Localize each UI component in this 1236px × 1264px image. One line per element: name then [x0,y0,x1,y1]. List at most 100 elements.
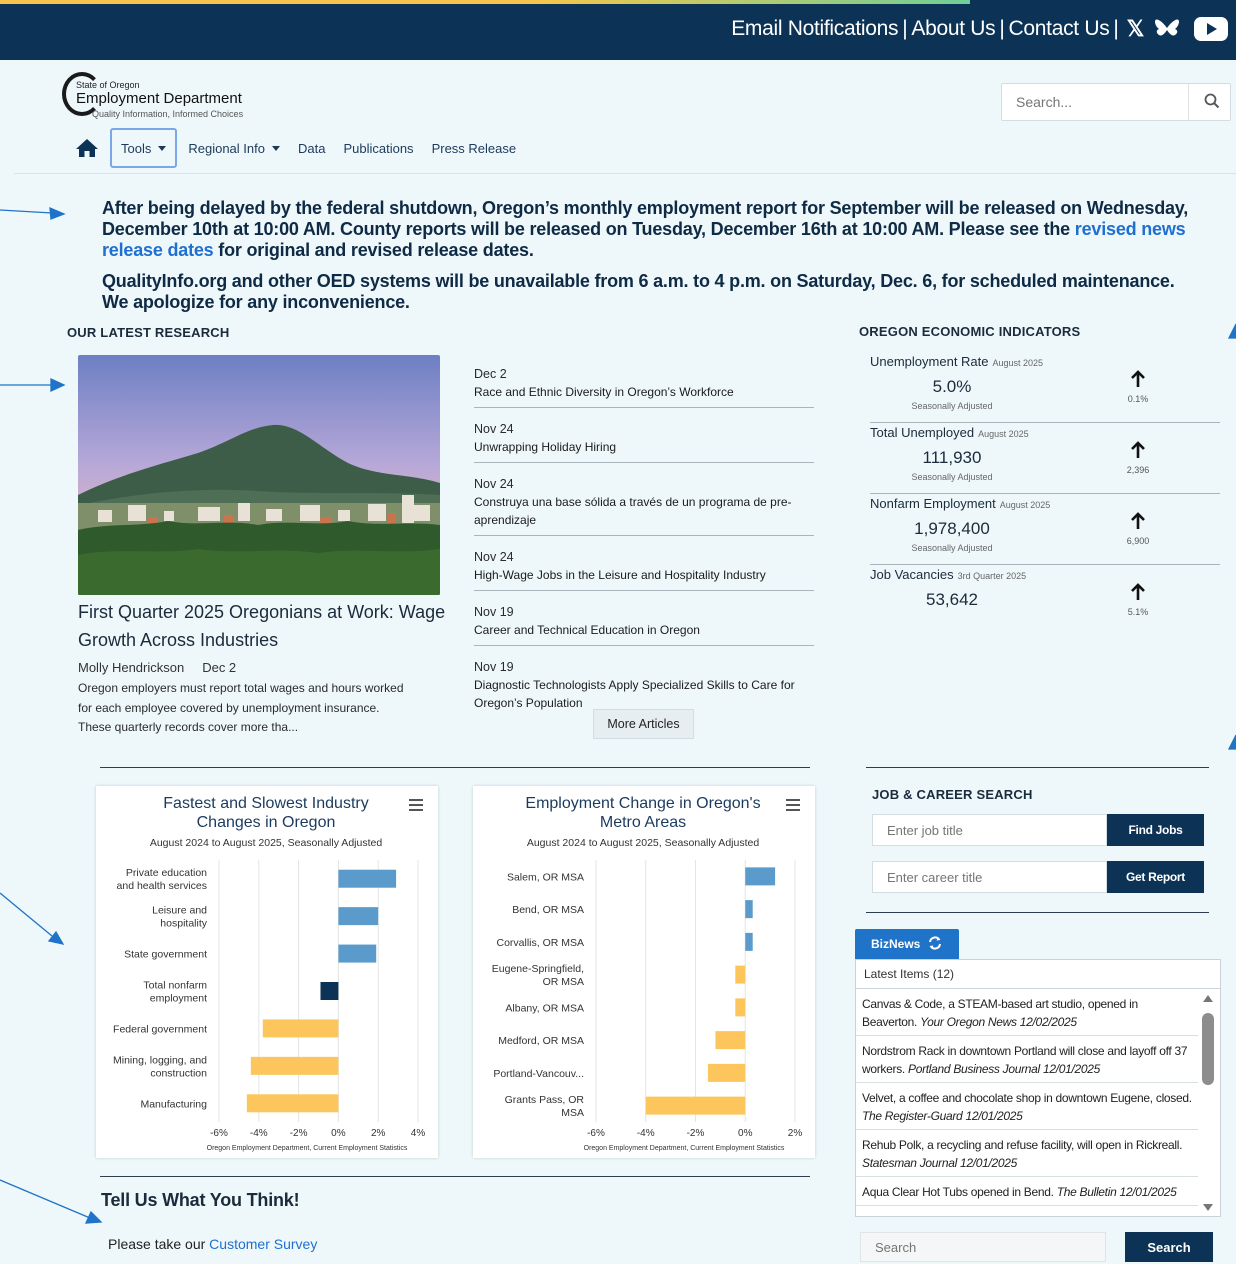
article-date: Dec 2 [474,367,507,381]
indicator-name: Nonfarm Employment August 2025 [870,496,1050,511]
article-title: Career and Technical Education in Oregon [474,623,700,637]
annotation-arrow [0,892,53,937]
link-separator: | [1113,17,1119,40]
customer-survey-link[interactable]: Customer Survey [209,1236,317,1252]
article-title: Construya una base sólida a través de un… [474,495,792,527]
find-jobs-button[interactable]: Find Jobs [1107,814,1204,846]
indicator-period: August 2025 [978,429,1029,439]
scroll-down-icon[interactable] [1203,1204,1213,1211]
chart-bar [735,998,746,1017]
list-item[interactable]: Aqua Clear Hot Tubs opened in Bend. The … [856,1177,1198,1206]
x-tick-label: 4% [411,1128,426,1139]
alert-text: After being delayed by the federal shutd… [102,198,1189,239]
category-label: hospitality [160,918,207,930]
hamburger-menu-line [786,799,800,801]
site-search-input[interactable] [1002,84,1187,120]
logo-state-label: State of Oregon [76,80,140,90]
biznews-search-button[interactable]: Search [1125,1232,1213,1262]
article-item[interactable]: Dec 2 Race and Ethnic Diversity in Oregon… [474,365,814,408]
feature-article-title[interactable]: First Quarter 2025 Oregonians at Work: W… [78,598,448,654]
hamburger-menu-icon[interactable] [786,799,800,811]
logo-department-name: Employment Department [76,90,242,107]
indicator-unemployment-rate[interactable]: Unemployment Rate August 2025 5.0% Season… [870,352,1220,423]
chart-title: Changes in Oregon [197,814,336,831]
nav-publications[interactable]: Publications [334,128,422,168]
feature-article-image[interactable] [78,355,440,595]
annotation-arrowhead [84,1210,103,1224]
list-item[interactable]: Nordstrom Rack in downtown Portland will… [856,1036,1198,1083]
x-icon[interactable]: 𝕏 [1127,16,1145,42]
arrow-up-icon [1128,370,1148,393]
x-tick-label: 0% [738,1128,753,1139]
category-label: Corvallis, OR MSA [496,937,584,949]
list-item[interactable]: Velvet, a coffee and chocolate shop in d… [856,1083,1198,1130]
indicator-total-unemployed[interactable]: Total Unemployed August 2025 111,930 Seas… [870,423,1220,494]
scroll-up-icon[interactable] [1203,995,1213,1002]
annotation-arrowhead [47,930,65,945]
biznews-source: Portland Business Journal 12/01/2025 [908,1062,1101,1076]
about-us-link[interactable]: About Us [911,17,995,41]
x-tick-label: -2% [290,1128,308,1139]
oed-logo[interactable]: State of Oregon Employment Department Qu… [62,72,292,122]
chart-bar [707,1063,746,1082]
biznews-scrollbar[interactable] [1202,993,1214,1213]
article-item[interactable]: Nov 24 Unwrapping Holiday Hiring [474,420,814,463]
contact-us-link[interactable]: Contact Us [1009,17,1110,41]
biznews-source: The Bulletin 12/01/2025 [1056,1185,1177,1199]
article-date: Nov 19 [474,605,514,619]
job-career-search-heading: JOB & CAREER SEARCH [872,787,1033,802]
biznews-count: Latest Items (12) [856,960,1220,989]
indicator-name: Job Vacancies 3rd Quarter 2025 [870,567,1026,582]
more-articles-button[interactable]: More Articles [593,709,694,739]
annotation-arrowhead [49,206,66,220]
home-icon[interactable] [74,135,100,161]
article-item[interactable]: Nov 19 Career and Technical Education in … [474,603,814,646]
article-date: Nov 24 [474,550,514,564]
category-label: Private education [126,867,207,879]
biznews-text: Rehub Polk, a recycling and refuse facil… [862,1138,1183,1152]
chart-bar [715,1031,746,1050]
indicator-nonfarm-employment[interactable]: Nonfarm Employment August 2025 1,978,400 … [870,494,1220,565]
annotation-arrowhead [1227,734,1236,750]
get-report-button[interactable]: Get Report [1107,861,1204,893]
feature-article-meta: Molly Hendrickson Dec 2 [78,660,236,675]
indicator-change: 0.1% [1127,394,1149,404]
indicator-period: 3rd Quarter 2025 [957,571,1027,581]
link-separator: | [999,17,1005,40]
biznews-text: Velvet, a coffee and chocolate shop in d… [862,1091,1192,1105]
arrow-up-icon [1128,441,1148,464]
indicator-job-vacancies[interactable]: Job Vacancies 3rd Quarter 2025 53,642 5.1… [870,565,1220,636]
job-title-input[interactable] [872,814,1107,846]
career-title-input[interactable] [872,861,1107,893]
hamburger-menu-icon[interactable] [409,799,423,811]
article-item[interactable]: Nov 24 Construya una base sólida a través… [474,475,814,536]
category-label: Total nonfarm [143,980,207,992]
chart-bar [645,1096,746,1115]
chart-credit: Oregon Employment Department, Current Em… [584,1145,785,1152]
email-notifications-link[interactable]: Email Notifications [731,17,898,41]
top-bar: Email Notifications | About Us | Contact… [0,0,1236,60]
x-tick-label: -2% [687,1128,705,1139]
nav-data[interactable]: Data [289,128,334,168]
scroll-thumb[interactable] [1202,1013,1214,1085]
nav-tools[interactable]: Tools [110,128,178,168]
feature-article-excerpt: Oregon employers must report total wages… [78,681,404,734]
x-tick-label: -4% [250,1128,268,1139]
youtube-icon[interactable] [1194,17,1228,41]
feedback-prompt: Please take our [108,1236,210,1252]
search-icon[interactable] [1204,93,1220,114]
list-item[interactable]: Canvas & Code, a STEAM-based art studio,… [856,989,1198,1036]
nav-press-release[interactable]: Press Release [423,128,526,168]
alerts: After being delayed by the federal shutd… [102,198,1202,323]
hamburger-menu-line [409,799,423,801]
category-label: Bend, OR MSA [512,904,584,916]
article-date: Nov 24 [474,477,514,491]
bluesky-icon[interactable] [1154,18,1180,40]
feedback-text: Please take our Customer Survey [108,1236,317,1252]
biznews-tab[interactable]: BizNews [855,929,959,959]
nav-tools-label: Tools [121,140,152,156]
nav-regional-info[interactable]: Regional Info [179,128,289,168]
list-item[interactable]: Rehub Polk, a recycling and refuse facil… [856,1130,1198,1177]
article-item[interactable]: Nov 24 High-Wage Jobs in the Leisure and … [474,548,814,591]
biznews-search-input[interactable] [860,1232,1106,1262]
